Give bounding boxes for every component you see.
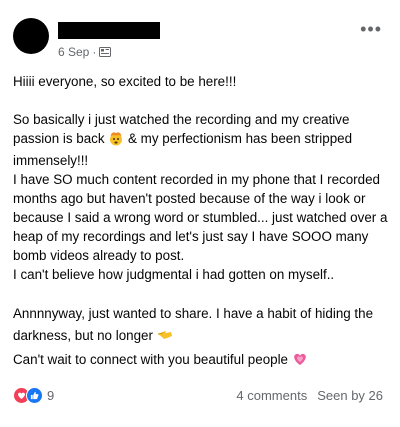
post-paragraph: I have SO much content recorded in my ph… <box>13 172 388 263</box>
post-paragraph: Hiiii everyone, so excited to be here!!! <box>13 74 237 89</box>
seen-by-link[interactable]: Seen by 26 <box>317 388 383 403</box>
post-paragraph: Can't wait to connect with you beautiful… <box>13 350 393 372</box>
post-text: Annnnyway, just wanted to share. I have … <box>13 306 374 343</box>
post-text: Can't wait to connect with you beautiful… <box>13 352 289 367</box>
post-footer: 9 4 comments Seen by 26 <box>13 387 383 404</box>
post-body: Hiiii everyone, so excited to be here!!!… <box>13 72 393 372</box>
reaction-count: 9 <box>47 388 55 403</box>
like-reaction-icon <box>26 387 43 404</box>
post-card: 6 Sep · ••• Hiiii everyone, so excited t… <box>0 0 400 427</box>
post-meta: 6 Sep · <box>58 45 112 59</box>
comments-link[interactable]: 4 comments <box>236 388 307 403</box>
growing-heart-emoji-icon <box>292 351 308 372</box>
group-privacy-icon <box>99 46 112 58</box>
post-date[interactable]: 6 Sep <box>58 45 89 59</box>
more-options-button[interactable]: ••• <box>360 20 382 38</box>
meta-separator: · <box>92 45 97 59</box>
reactions-summary[interactable]: 9 <box>13 387 54 404</box>
backhand-index-left-emoji-icon <box>157 327 173 350</box>
post-paragraph: So basically i just watched the recordin… <box>13 110 393 170</box>
author-name-redacted[interactable] <box>58 22 160 39</box>
post-paragraph: I can't believe how judgmental i had got… <box>13 267 335 282</box>
exploding-head-emoji-icon <box>108 130 124 151</box>
post-paragraph: Annnnyway, just wanted to share. I have … <box>13 303 393 350</box>
avatar[interactable] <box>13 18 49 54</box>
